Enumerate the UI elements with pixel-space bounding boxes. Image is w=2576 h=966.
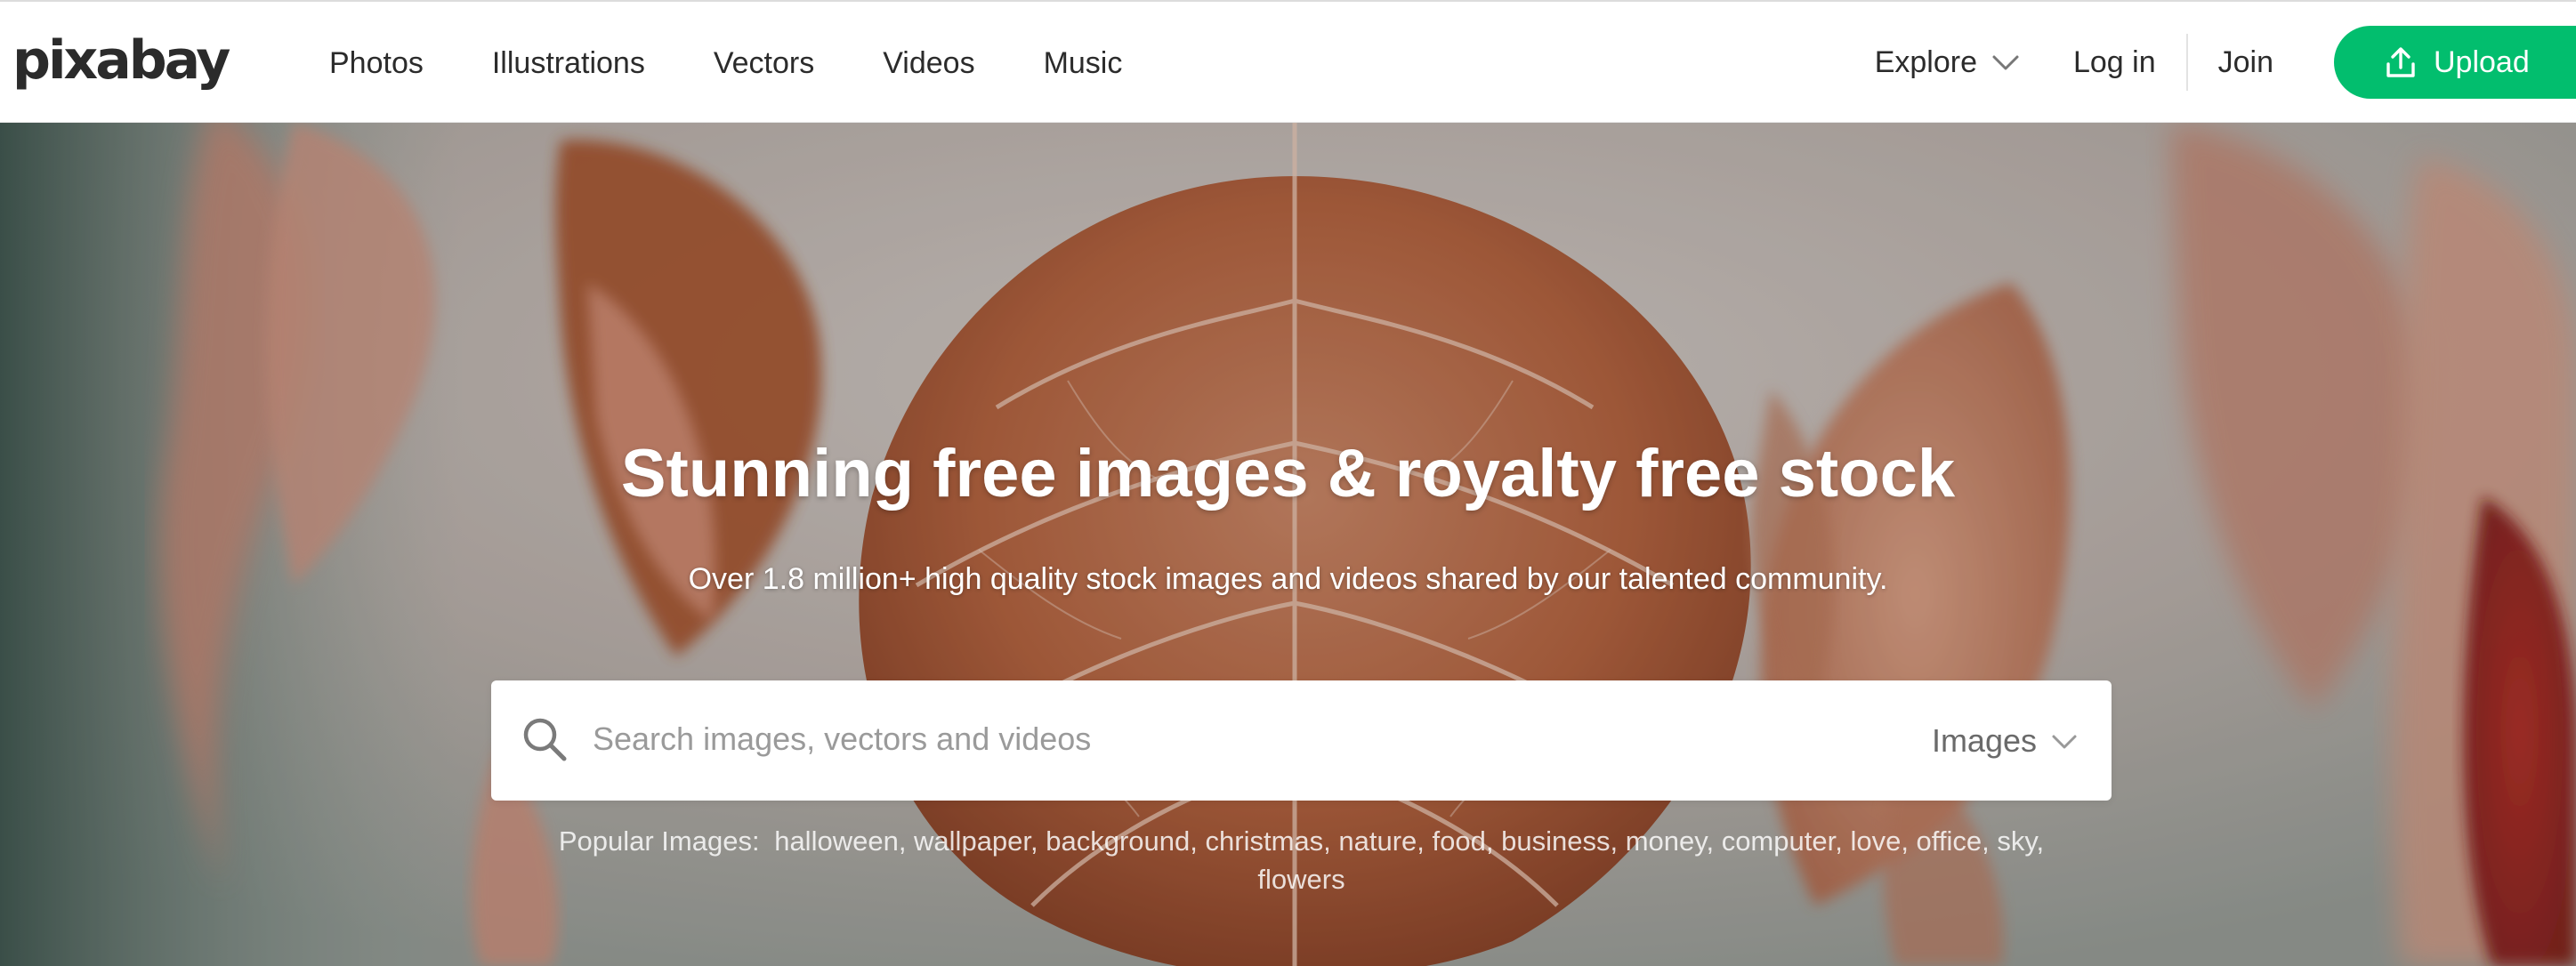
nav-music[interactable]: Music [1044, 41, 1123, 85]
nav-vectors[interactable]: Vectors [714, 41, 814, 85]
popular-tag-nature[interactable]: nature [1338, 825, 1417, 857]
nav-videos[interactable]: Videos [883, 41, 974, 85]
chevron-down-icon [2051, 722, 2078, 760]
tag-separator: , [1982, 825, 1998, 857]
page: pixabay Photos Illustrations Vectors Vid… [0, 0, 2576, 966]
popular-tag-wallpaper[interactable]: wallpaper [914, 825, 1030, 857]
tag-separator: , [1030, 825, 1046, 857]
main-nav: Photos Illustrations Vectors Videos Musi… [329, 41, 1191, 85]
popular-searches: Popular Images: halloween, wallpaper, ba… [516, 822, 2087, 898]
upload-label: Upload [2434, 44, 2530, 79]
tag-separator: , [1901, 825, 1917, 857]
media-type-select[interactable]: Images [1932, 716, 2078, 766]
tag-separator: , [1610, 825, 1626, 857]
popular-tag-background[interactable]: background [1046, 825, 1190, 857]
nav-photos[interactable]: Photos [329, 41, 424, 85]
popular-tag-money[interactable]: money [1626, 825, 1707, 857]
chevron-down-icon [1991, 45, 2020, 80]
hero-section: Stunning free images & royalty free stoc… [0, 123, 2576, 966]
popular-tag-sky[interactable]: sky [1997, 825, 2036, 857]
join-link[interactable]: Join [2188, 45, 2273, 80]
tag-separator: , [1835, 825, 1851, 857]
explore-dropdown[interactable]: Explore [1875, 45, 2020, 80]
popular-tag-halloween[interactable]: halloween [774, 825, 899, 857]
tag-separator: , [1417, 825, 1433, 857]
search-bar: Images [491, 680, 2112, 801]
popular-tag-computer[interactable]: computer [1722, 825, 1836, 857]
popular-label: Popular Images: [558, 825, 760, 857]
tag-separator: , [898, 825, 915, 857]
popular-tag-list: halloween, wallpaper, background, christ… [774, 825, 2044, 895]
search-icon[interactable] [520, 714, 569, 764]
tag-separator: , [1190, 825, 1206, 857]
popular-tag-love[interactable]: love [1850, 825, 1901, 857]
tag-separator: , [1323, 825, 1339, 857]
top-navigation-bar: pixabay Photos Illustrations Vectors Vid… [0, 0, 2576, 123]
popular-tag-office[interactable]: office [1917, 825, 1982, 857]
account-nav: Explore Log in Join Upload [1875, 26, 2576, 99]
popular-tag-christmas[interactable]: christmas [1206, 825, 1324, 857]
explore-label: Explore [1874, 44, 1977, 79]
upload-button[interactable]: Upload [2334, 26, 2576, 99]
popular-tag-business[interactable]: business [1501, 825, 1610, 857]
upload-icon [2386, 46, 2416, 78]
tag-separator: , [1706, 825, 1722, 857]
hero-title: Stunning free images & royalty free stoc… [620, 436, 1956, 511]
login-link[interactable]: Log in [2073, 45, 2186, 80]
hero-subtitle: Over 1.8 million+ high quality stock ima… [688, 562, 1888, 596]
popular-tag-flowers[interactable]: flowers [1257, 864, 1345, 895]
media-type-label: Images [1931, 722, 2037, 759]
tag-separator: , [2036, 825, 2045, 857]
pixabay-logo[interactable]: pixabay [12, 32, 230, 89]
popular-tag-food[interactable]: food [1433, 825, 1486, 857]
tag-separator: , [1485, 825, 1502, 857]
nav-illustrations[interactable]: Illustrations [492, 41, 645, 85]
search-input[interactable] [591, 707, 1748, 771]
